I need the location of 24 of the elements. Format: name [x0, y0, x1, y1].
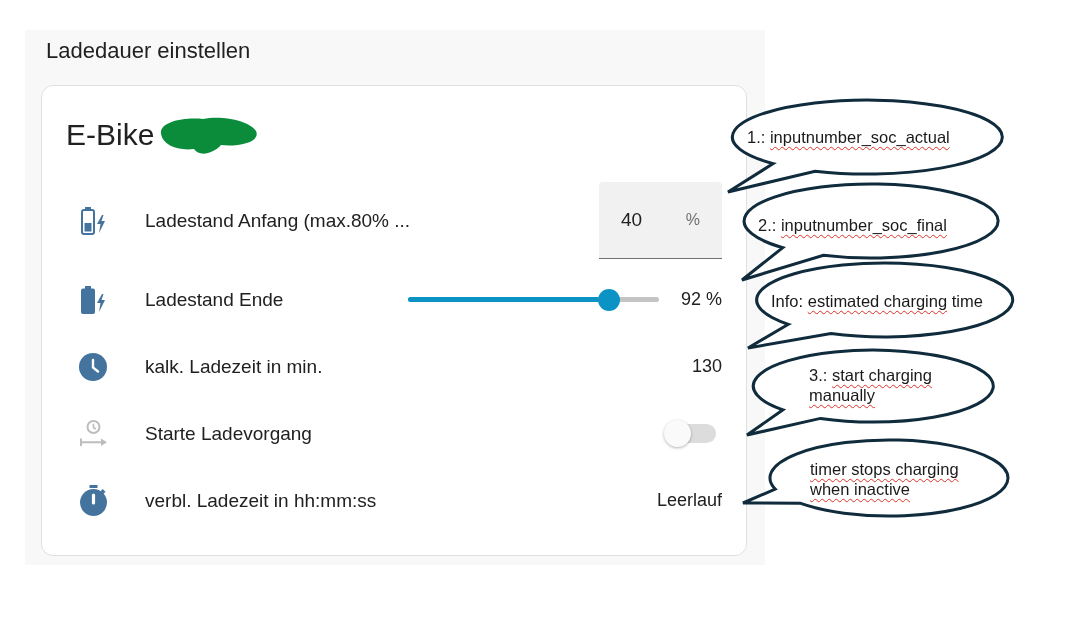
slider-track[interactable]: [407, 288, 659, 311]
state-value: 130: [691, 356, 722, 377]
clock-icon: [79, 352, 107, 381]
row-label: Ladestand Anfang (max.80% ...: [145, 208, 412, 233]
callout-text: 1.: inputnumber_soc_actual: [747, 127, 951, 147]
row-label: verbl. Ladezeit in hh:mm:ss: [145, 488, 378, 513]
section-title: Ladedauer einstellen: [46, 38, 251, 64]
number-field[interactable]: 40 %: [599, 182, 722, 259]
battery-charging-icon: [81, 206, 105, 235]
slider-thumb[interactable]: [597, 288, 620, 311]
battery-charging-icon: [81, 285, 105, 314]
card-title: E-Bike: [66, 117, 155, 153]
row-label: kalk. Ladezeit in min.: [145, 354, 324, 379]
stopwatch-icon: [79, 485, 107, 516]
row-label: Ladestand Ende: [145, 287, 285, 312]
callout-text: 3.: start charging manually: [809, 365, 933, 405]
callout-text: Info: estimated charging time: [771, 291, 984, 311]
callout-text: timer stops charging when inactive: [810, 459, 960, 499]
slider-value: 92 %: [680, 289, 722, 310]
state-value: Leerlauf: [656, 490, 722, 511]
toggle-switch[interactable]: [664, 419, 716, 448]
timer-arrow-icon: [79, 420, 107, 447]
callout-text: 2.: inputnumber_soc_final: [758, 215, 948, 235]
row-label: Starte Ladevorgang: [145, 421, 313, 446]
